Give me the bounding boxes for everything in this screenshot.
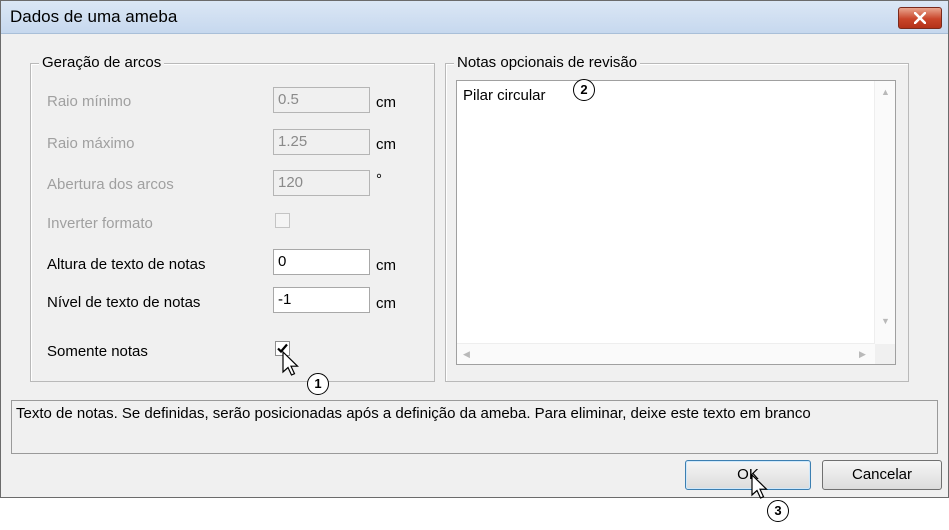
only-notes-label: Somente notas xyxy=(47,343,148,360)
mouse-cursor-icon xyxy=(751,474,768,499)
scroll-left-icon[interactable]: ◀ xyxy=(463,349,470,359)
max-radius-unit: cm xyxy=(376,136,396,153)
min-radius-label: Raio mínimo xyxy=(47,93,132,110)
max-radius-label: Raio máximo xyxy=(47,135,135,152)
ok-button[interactable]: OK xyxy=(685,460,811,490)
notes-height-unit: cm xyxy=(376,257,396,274)
revision-notes-textarea[interactable]: Pilar circular ▲ ▼ ◀ ▶ xyxy=(456,80,896,365)
close-icon xyxy=(914,12,926,24)
arc-opening-unit: ° xyxy=(376,171,382,188)
notes-level-label: Nível de texto de notas xyxy=(47,294,201,311)
arc-opening-label: Abertura dos arcos xyxy=(47,176,174,193)
vertical-scrollbar[interactable]: ▲ ▼ xyxy=(874,81,895,345)
revision-notes-text: Pilar circular xyxy=(463,87,546,104)
arc-opening-input[interactable]: 120 xyxy=(273,170,370,196)
title-bar: Dados de uma ameba xyxy=(1,1,948,34)
horizontal-scrollbar[interactable]: ◀ ▶ xyxy=(457,343,875,364)
notes-level-unit: cm xyxy=(376,295,396,312)
scrollbar-corner xyxy=(875,344,895,364)
close-button[interactable] xyxy=(898,7,942,29)
callout-1-badge: 1 xyxy=(307,373,329,395)
hint-text-box: Texto de notas. Se definidas, serão posi… xyxy=(11,400,938,454)
notes-level-input[interactable]: -1 xyxy=(273,287,370,313)
arc-generation-legend: Geração de arcos xyxy=(39,54,165,72)
invert-format-checkbox[interactable] xyxy=(275,213,290,228)
scroll-up-icon[interactable]: ▲ xyxy=(881,87,890,97)
dialog-window: Dados de uma ameba Geração de arcos Raio… xyxy=(0,0,949,498)
callout-2-badge: 2 xyxy=(573,79,595,101)
min-radius-unit: cm xyxy=(376,94,396,111)
notes-height-input[interactable]: 0 xyxy=(273,249,370,275)
cancel-button[interactable]: Cancelar xyxy=(822,460,942,490)
scroll-right-icon[interactable]: ▶ xyxy=(859,349,866,359)
scroll-down-icon[interactable]: ▼ xyxy=(881,316,890,326)
window-title: Dados de uma ameba xyxy=(10,7,178,26)
mouse-cursor-icon xyxy=(282,351,299,376)
max-radius-input[interactable]: 1.25 xyxy=(273,129,370,155)
revision-notes-legend: Notas opcionais de revisão xyxy=(454,54,641,72)
callout-3-badge: 3 xyxy=(767,500,789,522)
invert-format-label: Inverter formato xyxy=(47,215,153,232)
notes-height-label: Altura de texto de notas xyxy=(47,256,206,273)
min-radius-input[interactable]: 0.5 xyxy=(273,87,370,113)
